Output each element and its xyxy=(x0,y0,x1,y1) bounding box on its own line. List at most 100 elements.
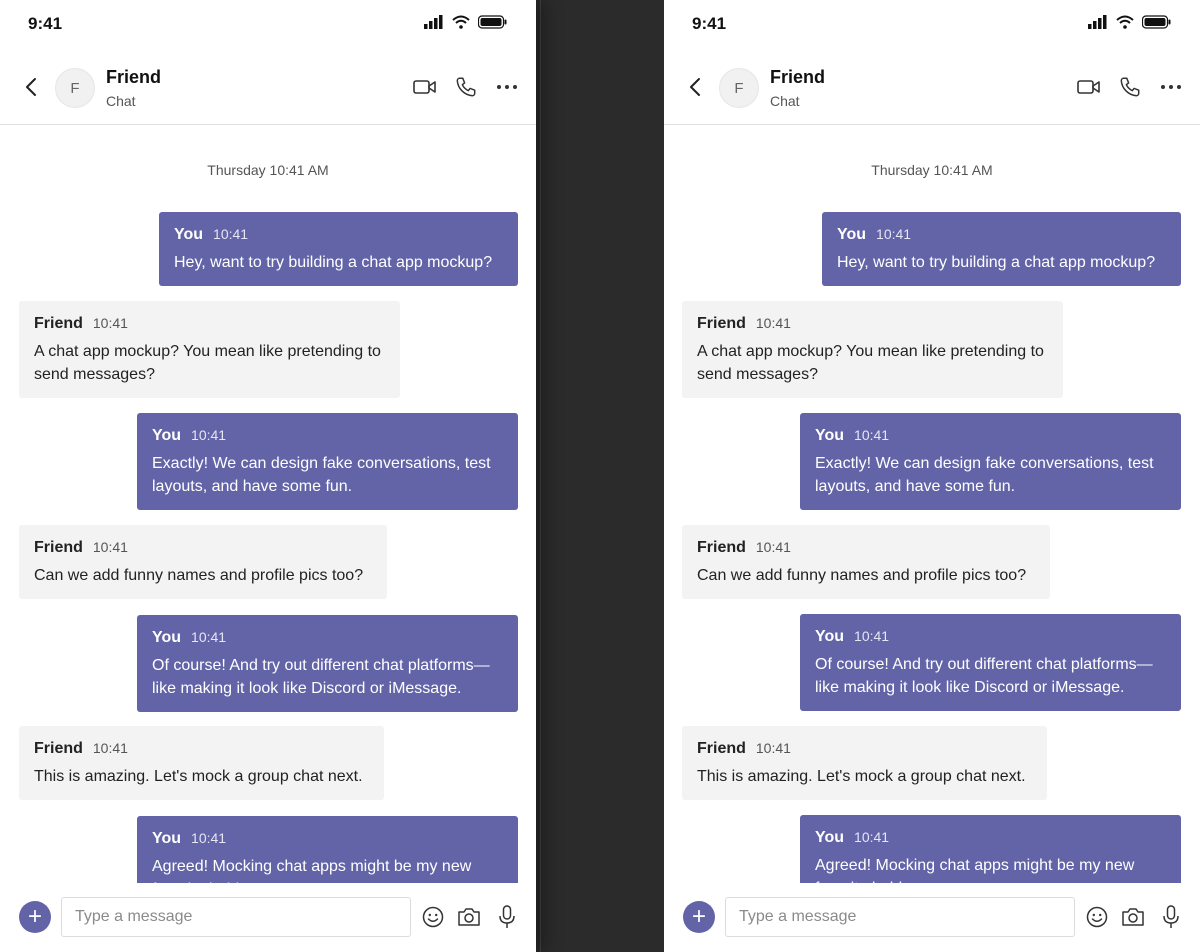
message-time: 10:41 xyxy=(92,740,128,756)
emoji-button[interactable] xyxy=(421,905,445,929)
phone-icon xyxy=(456,77,476,97)
chat-header: F Friend Chat xyxy=(0,50,536,125)
message-sender: You xyxy=(815,628,845,645)
video-camera-icon xyxy=(413,80,436,94)
message-bubble-incoming[interactable]: Friend 10:41 Can we add funny names and p… xyxy=(19,525,387,599)
message-text: This is amazing. Let's mock a group chat… xyxy=(697,768,1026,785)
message-bubble-outgoing[interactable]: You 10:41 Of course! And try out differen… xyxy=(137,615,518,712)
message-sender: Friend xyxy=(697,740,746,757)
emoji-icon xyxy=(422,906,444,928)
message-sender: Friend xyxy=(34,539,83,556)
message-time: 10:41 xyxy=(854,628,890,644)
message-list[interactable]: Thursday 10:41 AM You 10:41 Hey, want to … xyxy=(664,125,1200,883)
video-call-button[interactable] xyxy=(1076,74,1102,100)
message-time: 10:41 xyxy=(854,829,890,845)
message-text: Exactly! We can design fake conversation… xyxy=(815,455,1154,495)
message-time: 10:41 xyxy=(213,226,249,242)
message-bubble-outgoing[interactable]: You 10:41 Exactly! We can design fake con… xyxy=(137,413,518,510)
message-text: Hey, want to try building a chat app moc… xyxy=(837,254,1156,271)
message-bubble-outgoing[interactable]: You 10:41 Agreed! Mocking chat apps might… xyxy=(800,815,1181,883)
emoji-button[interactable] xyxy=(1085,905,1109,929)
more-options-button[interactable] xyxy=(1158,74,1184,100)
message-bubble-outgoing[interactable]: You 10:41 Agreed! Mocking chat apps might… xyxy=(137,816,518,883)
audio-call-button[interactable] xyxy=(1118,74,1142,100)
message-bubble-outgoing[interactable]: You 10:41 Hey, want to try building a cha… xyxy=(159,212,518,286)
message-time: 10:41 xyxy=(191,629,227,645)
chat-header: F Friend Chat xyxy=(664,50,1200,125)
message-sender: You xyxy=(815,829,845,846)
emoji-icon xyxy=(1086,906,1108,928)
message-list[interactable]: Thursday 10:41 AM You 10:41 Hey, want to … xyxy=(0,125,536,883)
message-text: Can we add funny names and profile pics … xyxy=(697,567,1027,584)
camera-icon xyxy=(1122,908,1144,926)
audio-call-button[interactable] xyxy=(454,74,478,100)
back-button[interactable] xyxy=(22,76,42,98)
message-sender: You xyxy=(174,226,204,243)
status-time: 9:41 xyxy=(692,14,727,33)
message-time: 10:41 xyxy=(755,315,791,331)
camera-button[interactable] xyxy=(457,905,481,929)
message-text: Of course! And try out different chat pl… xyxy=(152,657,490,697)
add-attachment-button[interactable]: + xyxy=(19,901,51,933)
message-text: A chat app mockup? You mean like pretend… xyxy=(34,343,381,383)
contact-name: Friend xyxy=(106,67,162,87)
message-bubble-incoming[interactable]: Friend 10:41 A chat app mockup? You mean … xyxy=(682,301,1063,398)
message-input[interactable] xyxy=(61,897,411,937)
avatar[interactable]: F xyxy=(719,68,759,108)
status-bar: 9:41 xyxy=(664,0,1200,50)
phone-screen-left: 9:41 F Friend Chat Thursday 10:41 AM You… xyxy=(0,0,536,952)
message-sender: You xyxy=(152,629,182,646)
phone-icon xyxy=(1120,77,1140,97)
message-text: Of course! And try out different chat pl… xyxy=(815,656,1153,696)
phone-screen-right: 9:41 F Friend Chat Thursday 10:41 AM You… xyxy=(664,0,1200,952)
status-icons xyxy=(1088,15,1172,34)
wifi-icon xyxy=(1116,15,1134,34)
message-time: 10:41 xyxy=(191,830,227,846)
screen-divider xyxy=(540,0,666,952)
microphone-icon xyxy=(1163,905,1179,928)
message-composer: + xyxy=(0,883,536,952)
more-horizontal-icon xyxy=(497,85,517,89)
message-text: Hey, want to try building a chat app moc… xyxy=(174,254,493,271)
wifi-icon xyxy=(452,15,470,34)
camera-button[interactable] xyxy=(1121,905,1145,929)
message-composer: + xyxy=(664,883,1200,952)
message-time: 10:41 xyxy=(92,315,128,331)
avatar[interactable]: F xyxy=(55,68,95,108)
message-text: Agreed! Mocking chat apps might be my ne… xyxy=(152,858,472,883)
message-sender: Friend xyxy=(697,539,746,556)
signal-icon xyxy=(424,15,444,34)
message-bubble-incoming[interactable]: Friend 10:41 Can we add funny names and p… xyxy=(682,525,1050,599)
message-bubble-outgoing[interactable]: You 10:41 Of course! And try out differen… xyxy=(800,614,1181,711)
chevron-left-icon xyxy=(26,78,36,96)
message-text: Agreed! Mocking chat apps might be my ne… xyxy=(815,857,1135,883)
message-sender: You xyxy=(152,427,182,444)
contact-name: Friend xyxy=(770,67,826,87)
microphone-button[interactable] xyxy=(1159,905,1183,929)
message-text: Can we add funny names and profile pics … xyxy=(34,567,364,584)
message-bubble-incoming[interactable]: Friend 10:41 This is amazing. Let's mock … xyxy=(19,726,384,800)
add-attachment-button[interactable]: + xyxy=(683,901,715,933)
more-options-button[interactable] xyxy=(494,74,520,100)
battery-icon xyxy=(477,15,508,34)
message-bubble-incoming[interactable]: Friend 10:41 A chat app mockup? You mean … xyxy=(19,301,400,398)
status-icons xyxy=(424,15,508,34)
message-time: 10:41 xyxy=(854,427,890,443)
message-time: 10:41 xyxy=(755,539,791,555)
message-sender: Friend xyxy=(697,315,746,332)
message-sender: You xyxy=(837,226,867,243)
message-time: 10:41 xyxy=(191,427,227,443)
message-sender: Friend xyxy=(34,315,83,332)
message-time: 10:41 xyxy=(876,226,912,242)
message-bubble-outgoing[interactable]: You 10:41 Exactly! We can design fake con… xyxy=(800,413,1181,510)
message-time: 10:41 xyxy=(92,539,128,555)
video-call-button[interactable] xyxy=(412,74,438,100)
message-bubble-outgoing[interactable]: You 10:41 Hey, want to try building a cha… xyxy=(822,212,1181,286)
message-input[interactable] xyxy=(725,897,1075,937)
back-button[interactable] xyxy=(686,76,706,98)
microphone-button[interactable] xyxy=(495,905,519,929)
chat-subtitle: Chat xyxy=(106,93,136,109)
message-time: 10:41 xyxy=(755,740,791,756)
message-bubble-incoming[interactable]: Friend 10:41 This is amazing. Let's mock … xyxy=(682,726,1047,800)
chat-subtitle: Chat xyxy=(770,93,800,109)
